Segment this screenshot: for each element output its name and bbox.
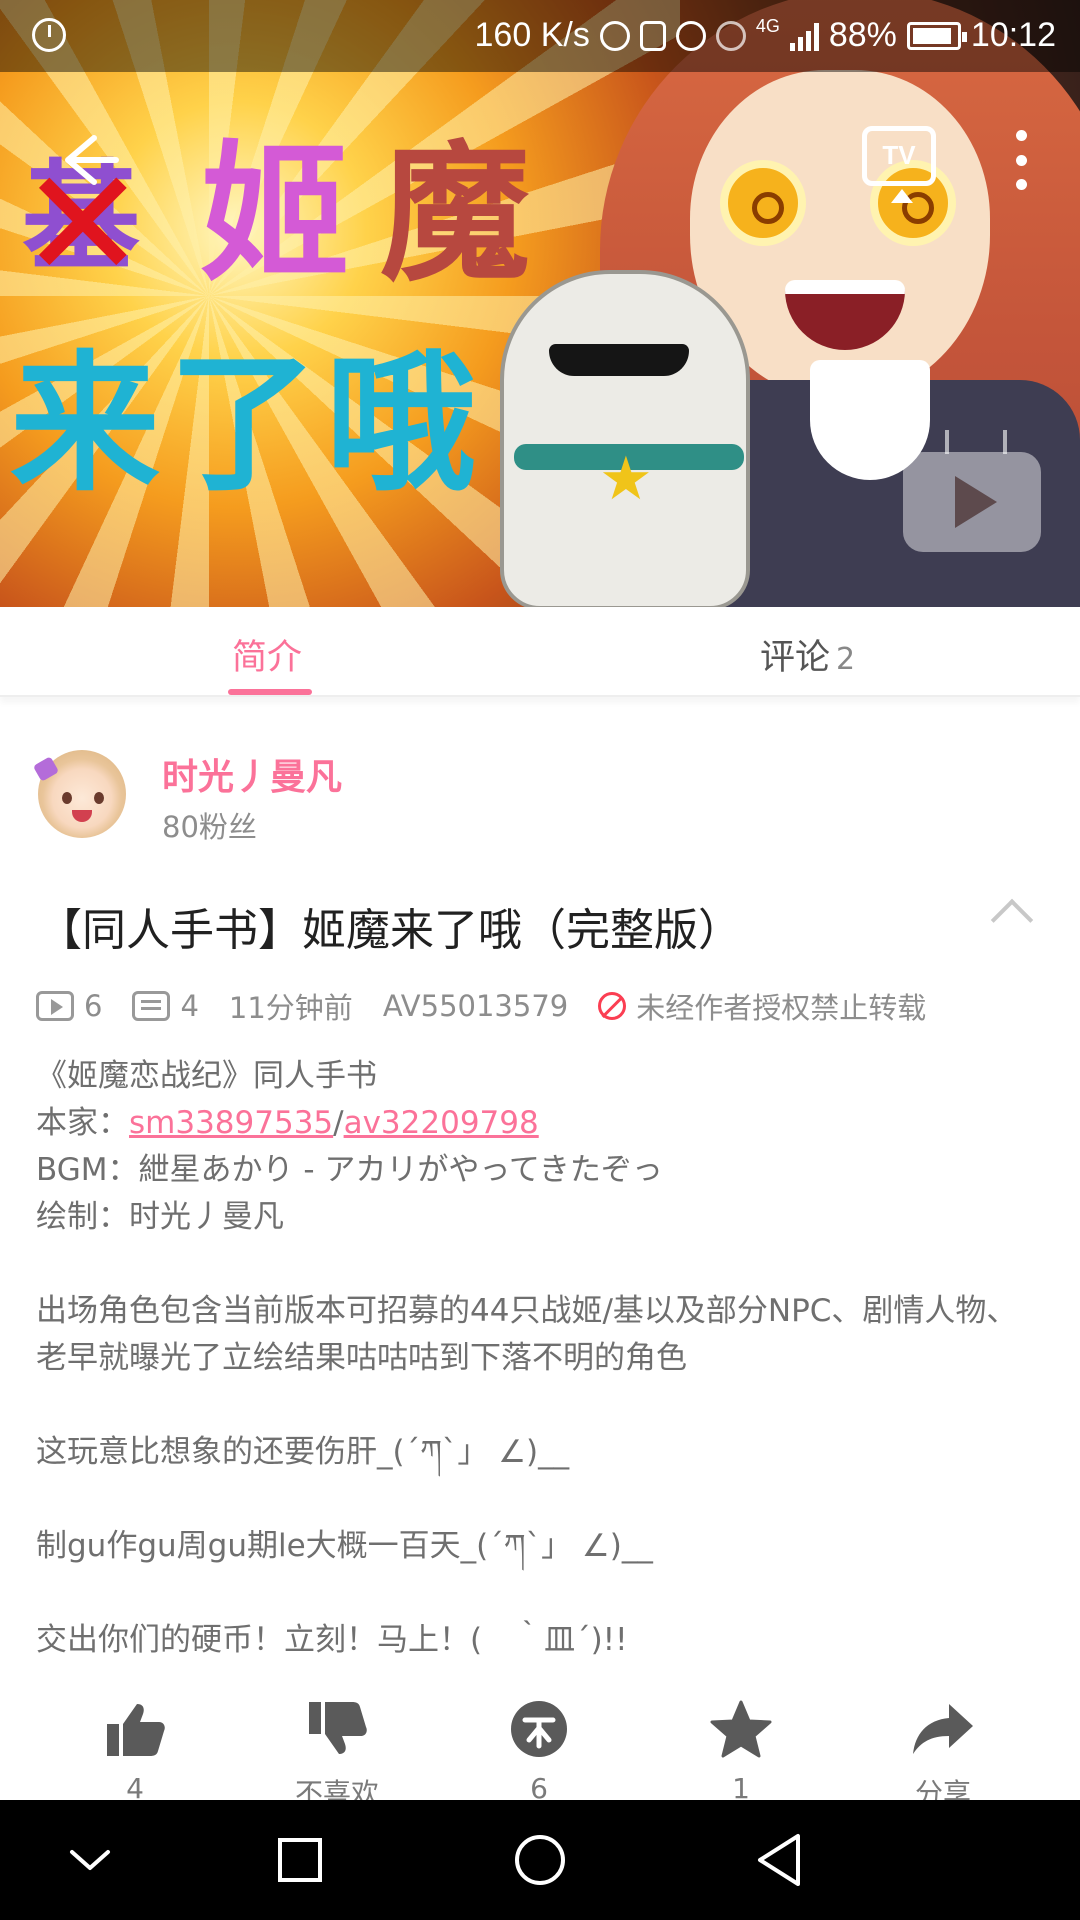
tab-comments-label: 评论 xyxy=(760,638,831,678)
signal-icon xyxy=(789,21,819,51)
desc-blank xyxy=(36,1476,1046,1523)
cover-title-line1: 姬魔 xyxy=(200,140,530,290)
cover-alpaca: ★ xyxy=(500,270,750,607)
desc-paragraph: 这玩意比想象的还要伤肝_(´ཀ`」 ∠)__ xyxy=(36,1434,570,1470)
vibrate-icon xyxy=(639,20,666,51)
battery-icon xyxy=(906,21,967,50)
cover-eye-left xyxy=(720,160,806,246)
cover-char-mo: 魔 xyxy=(380,128,531,302)
eye-icon xyxy=(675,20,706,51)
stopwatch-icon xyxy=(32,18,66,52)
desc-artist: 绘制：时光丿曼凡 xyxy=(36,1199,284,1235)
tab-comments[interactable]: 评论 2 xyxy=(760,629,855,680)
battery-percent: 88% xyxy=(828,16,897,54)
tv-label: TV xyxy=(882,140,916,170)
source-link-niconico[interactable]: sm33897535 xyxy=(129,1105,333,1141)
recents-square-icon xyxy=(278,1838,322,1882)
back-triangle-icon xyxy=(758,1834,800,1886)
status-bar: 160 K/s 4G 88% 10:12 xyxy=(0,0,1080,72)
detail-tabs: 简介 评论 2 xyxy=(0,607,1080,697)
coin-count: 6 xyxy=(530,1772,548,1800)
collapse-chevron-icon[interactable] xyxy=(990,898,1034,942)
video-title: 【同人手书】姬魔来了哦（完整版） xyxy=(38,905,742,956)
net-speed: 160 K/s xyxy=(474,16,590,54)
nav-home-button[interactable] xyxy=(470,1800,610,1920)
desc-blank xyxy=(36,1570,1046,1617)
nav-back-button[interactable] xyxy=(710,1800,850,1920)
uploader-name[interactable]: 时光丿曼凡 xyxy=(162,748,342,800)
cover-title-line2: 来了哦 xyxy=(10,338,485,512)
cast-tv-button[interactable]: TV xyxy=(862,126,936,203)
home-circle-icon xyxy=(515,1835,565,1885)
dislike-button[interactable]: 不喜欢 xyxy=(272,1690,402,1800)
back-arrow-icon xyxy=(65,135,119,185)
alpaca-sunglasses xyxy=(549,344,689,376)
back-button[interactable] xyxy=(50,120,130,200)
network-type: 4G xyxy=(755,16,780,36)
thumbs-up-icon xyxy=(107,1704,165,1756)
desc-paragraph: 出场角色包含当前版本可招募的44只战姬/基以及部分NPC、剧情人物、老早就曝光了… xyxy=(36,1293,1018,1376)
coin-button[interactable]: 6 xyxy=(474,1690,604,1800)
status-icons: 160 K/s 4G 88% 10:12 xyxy=(475,16,1056,55)
video-description: 《姬魔恋战纪》同人手书 本家：sm33897535/av32209798 BGM… xyxy=(36,1053,1046,1664)
android-nav-bar xyxy=(0,1800,1080,1920)
desc-paragraph: 制gu作gu周gu期le大概一百天_(´ཀ`」 ∠)__ xyxy=(36,1528,653,1564)
cover-mouth xyxy=(785,280,905,350)
favorite-button[interactable]: 1 xyxy=(676,1690,806,1800)
source-prefix: 本家： xyxy=(36,1105,129,1141)
comment-count: 2 xyxy=(836,642,856,677)
source-link-bilibili[interactable]: av32209798 xyxy=(344,1105,539,1141)
tab-intro-label: 简介 xyxy=(232,638,303,678)
dislike-label: 不喜欢 xyxy=(294,1777,379,1800)
wifi-icon xyxy=(715,20,746,51)
danmaku-count-icon xyxy=(132,991,171,1021)
desc-source: 本家：sm33897535/av32209798 xyxy=(36,1100,1046,1147)
share-button[interactable]: 分享 xyxy=(878,1690,1008,1800)
action-bar: 4 不喜欢 6 1 分享 xyxy=(0,1690,1080,1800)
nav-hide-button[interactable] xyxy=(20,1800,160,1920)
nav-recents-button[interactable] xyxy=(230,1800,370,1920)
play-count: 6 xyxy=(84,989,103,1023)
more-dot-icon xyxy=(1015,130,1027,141)
chevron-down-icon xyxy=(70,1850,110,1870)
coin-icon xyxy=(511,1701,567,1757)
play-count-icon xyxy=(36,991,74,1021)
video-meta: 6 4 11分钟前 AV55013579 未经作者授权禁止转载 xyxy=(36,984,926,1028)
upload-time: 11分钟前 xyxy=(228,991,353,1025)
share-label: 分享 xyxy=(914,1777,971,1800)
more-dot-icon xyxy=(1015,179,1027,190)
source-separator: / xyxy=(333,1105,344,1141)
like-button[interactable]: 4 xyxy=(70,1690,200,1800)
desc-blank xyxy=(36,1241,1046,1288)
thumbs-down-icon xyxy=(309,1702,367,1754)
no-repost-icon xyxy=(598,992,627,1020)
uploader-fans: 80粉丝 xyxy=(162,810,257,844)
desc-line: 《姬魔恋战纪》同人手书 xyxy=(36,1058,377,1094)
desc-blank xyxy=(36,1382,1046,1429)
cover-char-ji: 姬 xyxy=(200,128,351,302)
copyright-notice: 未经作者授权禁止转载 xyxy=(636,991,927,1025)
video-player[interactable]: ★ 基 ✕ 姬魔 来了哦 160 K/s 4G 88% 10:12 TV xyxy=(0,0,1080,607)
desc-paragraph: 交出你们的硬币！立刻！马上！( ｀皿´)!! xyxy=(36,1622,628,1658)
av-id: AV55013579 xyxy=(382,989,569,1023)
clock: 10:12 xyxy=(970,16,1056,54)
share-icon xyxy=(913,1704,973,1754)
danmaku-count: 4 xyxy=(180,989,199,1023)
active-tab-indicator xyxy=(228,689,312,695)
more-dot-icon xyxy=(1015,154,1027,166)
star-icon xyxy=(710,1700,772,1758)
like-count: 4 xyxy=(126,1772,144,1800)
favorite-count: 1 xyxy=(732,1772,750,1800)
more-options-button[interactable] xyxy=(1006,130,1036,190)
headset-icon xyxy=(599,20,630,51)
tab-intro[interactable]: 简介 xyxy=(232,629,302,680)
desc-bgm: BGM：紲星あかり - アカリがやってきたぞっ xyxy=(36,1152,663,1188)
play-button[interactable] xyxy=(903,452,1041,552)
alpaca-star-icon: ★ xyxy=(599,444,653,514)
